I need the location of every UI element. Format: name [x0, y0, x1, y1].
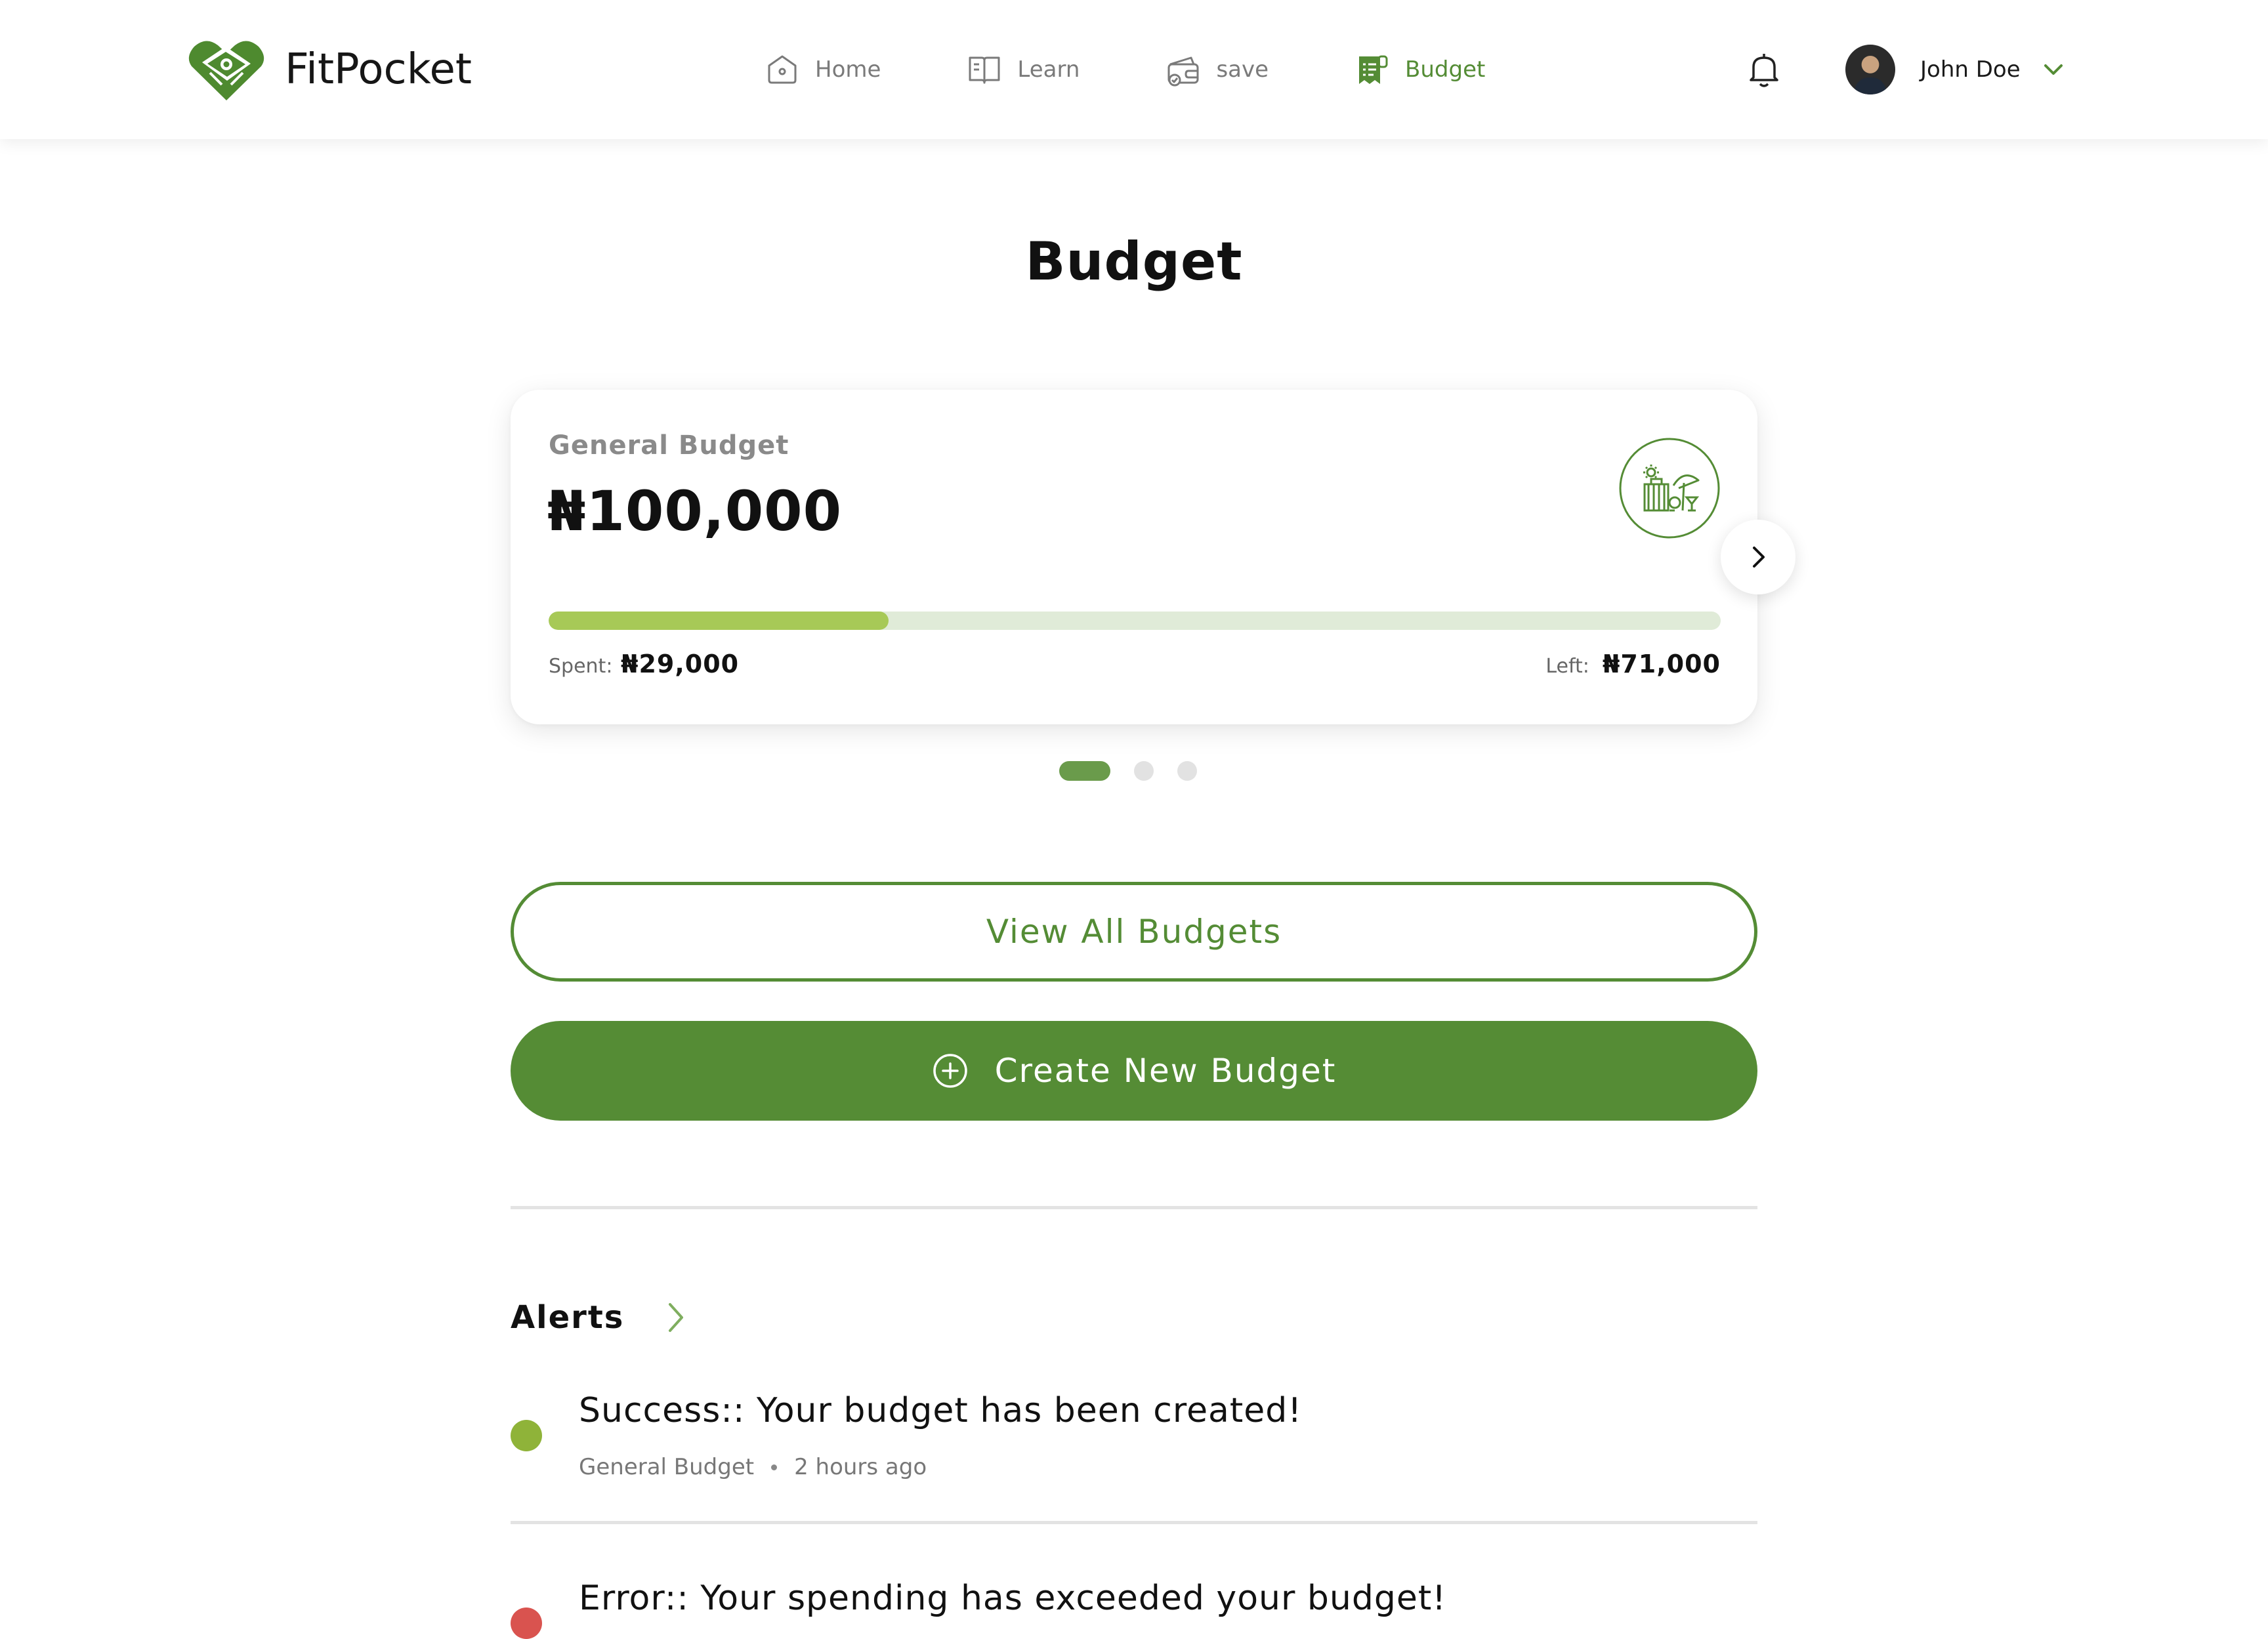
home-icon: [768, 55, 797, 84]
nav-budget[interactable]: Budget: [1354, 51, 1485, 88]
alert-message: Error:: Your spending has exceeded your …: [579, 1579, 1447, 1618]
nav-learn-label: Learn: [1017, 56, 1080, 83]
create-new-budget-label: Create New Budget: [994, 1052, 1337, 1090]
view-all-budgets-button[interactable]: View All Budgets: [511, 882, 1757, 982]
nav-save-label: save: [1216, 56, 1269, 83]
alert-item[interactable]: Error:: Your spending has exceeded your …: [511, 1579, 1757, 1639]
plus-circle-icon: [933, 1054, 967, 1088]
receipt-icon: [1359, 55, 1388, 84]
alert-status-dot: [511, 1608, 542, 1639]
user-name: John Doe: [1920, 56, 2021, 83]
alert-time: 2 hours ago: [794, 1454, 927, 1480]
alert-item[interactable]: Success:: Your budget has been created! …: [511, 1391, 1757, 1496]
section-divider: [511, 1206, 1757, 1209]
app-name: FitPocket: [285, 45, 472, 94]
left-value: ₦71,000: [1602, 650, 1721, 678]
budget-progress-fill: [549, 612, 889, 630]
carousel-dot[interactable]: [1177, 761, 1197, 781]
chevron-right-icon: [1753, 547, 1765, 568]
logo[interactable]: FitPocket: [188, 37, 472, 102]
alert-meta: General Budget 2 hours ago: [579, 1454, 927, 1480]
alert-status-dot: [511, 1420, 542, 1451]
chevron-right-icon: [669, 1303, 684, 1332]
alerts-header[interactable]: Alerts: [511, 1299, 690, 1336]
carousel-dot[interactable]: [1134, 761, 1154, 781]
carousel-dots: [1059, 761, 1197, 781]
nav-budget-label: Budget: [1405, 56, 1486, 83]
left-label: Left:: [1545, 655, 1589, 678]
spent-value: ₦29,000: [621, 650, 740, 678]
wallet-icon: [1167, 56, 1199, 87]
budget-progress-bar: [549, 612, 1721, 630]
nav-save[interactable]: save: [1165, 51, 1269, 88]
nav-home[interactable]: Home: [764, 51, 881, 88]
alert-divider: [511, 1521, 1757, 1524]
fitpocket-logo-icon: [188, 41, 264, 100]
alert-budget-name: General Budget: [579, 1454, 755, 1480]
alert-message: Success:: Your budget has been created!: [579, 1391, 1303, 1430]
alerts-title: Alerts: [511, 1299, 625, 1336]
user-menu[interactable]: John Doe: [1845, 43, 2067, 96]
create-new-budget-button[interactable]: Create New Budget: [511, 1021, 1757, 1121]
chevron-down-icon: [2044, 64, 2063, 75]
main-nav: Home Learn save Budget: [764, 46, 1485, 93]
carousel-next-button[interactable]: [1721, 520, 1796, 594]
budget-amount: ₦100,000: [547, 479, 843, 543]
notification-bell-icon[interactable]: [1743, 49, 1785, 91]
book-icon: [969, 56, 1000, 84]
avatar: [1845, 45, 1895, 94]
nav-learn[interactable]: Learn: [966, 51, 1080, 88]
meta-separator: [771, 1464, 778, 1470]
spent-label: Spent:: [549, 655, 613, 678]
nav-home-label: Home: [815, 56, 881, 83]
left-summary: Left: ₦71,000: [1545, 650, 1721, 678]
top-header: FitPocket Home Learn save Budget John Do…: [0, 0, 2268, 139]
budget-name: General Budget: [549, 430, 789, 461]
carousel-dot[interactable]: [1059, 761, 1110, 781]
budget-card[interactable]: General Budget ₦100,000 Spent: ₦29,000 L…: [511, 390, 1757, 724]
vacation-icon: [1619, 438, 1720, 539]
page-title: Budget: [1025, 231, 1243, 292]
